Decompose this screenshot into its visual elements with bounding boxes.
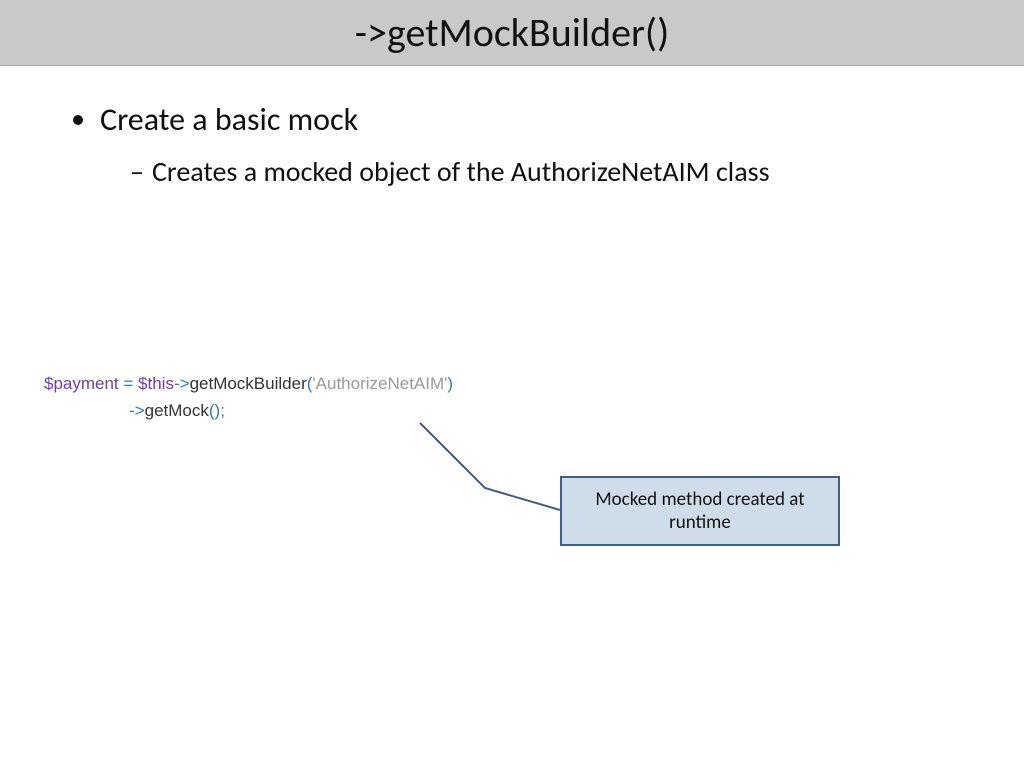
code-token-string: 'AuthorizeNetAIM' — [312, 374, 447, 393]
callout-text: Mocked method created at runtime — [576, 488, 824, 534]
bullet-list-sub: Creates a mocked object of the Authorize… — [100, 153, 964, 191]
code-token-op: = — [119, 374, 138, 393]
code-token-call: getMockBuilder — [190, 374, 307, 393]
code-token-arrow: -> — [174, 374, 190, 393]
code-token-call: getMock — [145, 401, 209, 420]
bullet-sub-item: Creates a mocked object of the Authorize… — [130, 153, 964, 191]
bullet-sub-text: Creates a mocked object of the Authorize… — [152, 154, 770, 189]
code-token-paren: ) — [447, 374, 453, 393]
code-token-var: $payment — [44, 374, 119, 393]
callout-box: Mocked method created at runtime — [560, 476, 840, 546]
bullet-top-item: Create a basic mock Creates a mocked obj… — [100, 100, 964, 191]
slide-content: Create a basic mock Creates a mocked obj… — [0, 66, 1024, 191]
slide-title: ->getMockBuilder() — [355, 8, 669, 57]
bullet-top-text: Create a basic mock — [100, 100, 358, 139]
code-token-indent — [44, 401, 129, 420]
code-token-paren: (); — [209, 401, 225, 420]
bullet-list-top: Create a basic mock Creates a mocked obj… — [60, 100, 964, 191]
slide-title-bar: ->getMockBuilder() — [0, 0, 1024, 66]
code-token-arrow: -> — [129, 401, 145, 420]
code-token-var: $this — [138, 374, 174, 393]
code-block: $payment = $this->getMockBuilder('Author… — [44, 370, 453, 424]
